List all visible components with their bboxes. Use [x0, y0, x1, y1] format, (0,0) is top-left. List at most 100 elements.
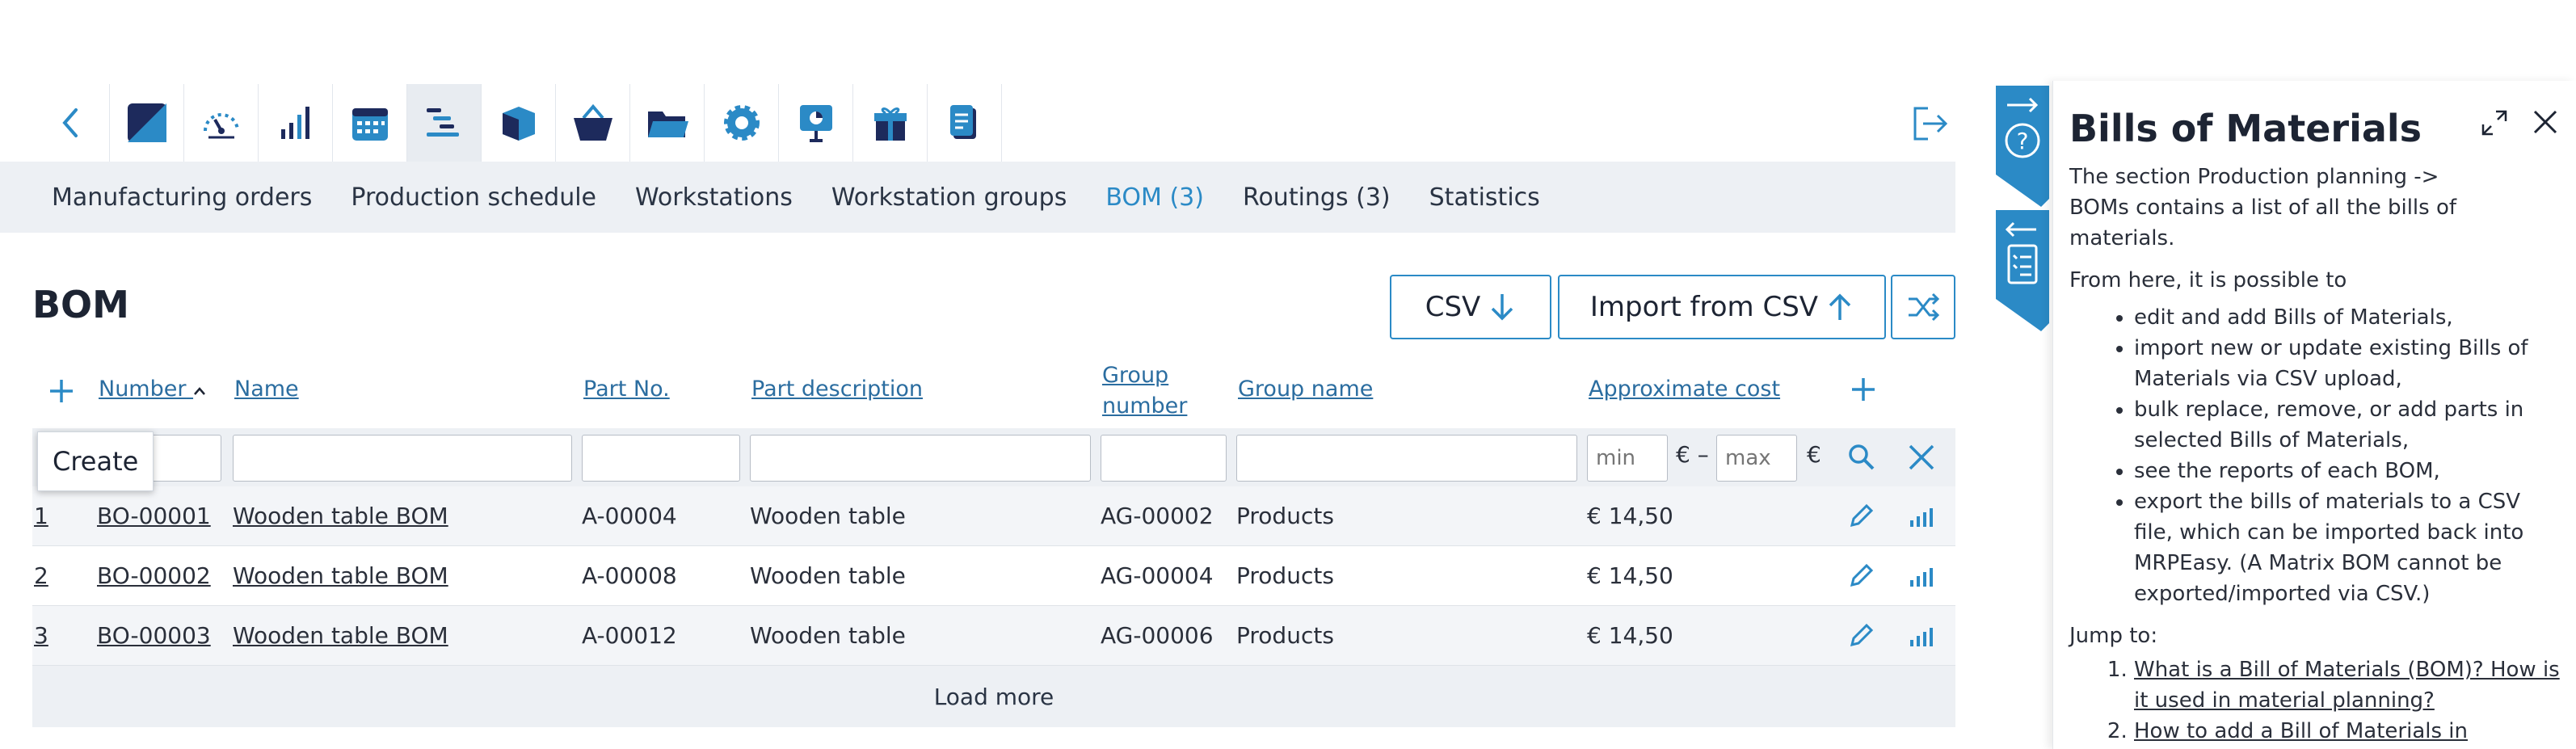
help-jump-to: Jump to:	[2069, 624, 2158, 648]
sales-button[interactable]	[556, 84, 630, 162]
clear-filters-icon[interactable]	[1905, 441, 1938, 473]
help-side-tabs: ?	[1996, 86, 2049, 335]
cost-cell: € 14,50	[1587, 503, 1673, 529]
help-link-how-to-add-bom[interactable]: How to add a Bill of Materials in MRPEas…	[2134, 719, 2468, 749]
bom-name-link[interactable]: Wooden table BOM	[233, 622, 448, 649]
settings-gear-icon	[723, 105, 760, 141]
tab-workstation-groups[interactable]: Workstation groups	[831, 183, 1067, 212]
column-group-name-header[interactable]: Group name	[1238, 377, 1373, 402]
row-index-link[interactable]: 1	[34, 503, 48, 529]
dashboard-logo-icon	[127, 103, 166, 142]
edit-pencil-icon[interactable]	[1847, 501, 1876, 530]
tab-statistics[interactable]: Statistics	[1429, 183, 1540, 212]
add-row-icon[interactable]	[47, 377, 76, 406]
part-description-cell: Wooden table	[750, 622, 906, 649]
group-number-cell: AG-00002	[1101, 503, 1214, 529]
documents-button[interactable]	[928, 84, 1002, 162]
row-index-link[interactable]: 2	[34, 562, 48, 589]
column-approximate-cost-header[interactable]: Approximate cost	[1589, 377, 1780, 402]
dashboard-button[interactable]	[110, 84, 184, 162]
performance-button[interactable]	[184, 84, 259, 162]
help-intro: The section Production planning -> BOMs …	[2069, 162, 2560, 254]
help-bullet-list: edit and add Bills of Materials, import …	[2134, 302, 2560, 609]
document-icon	[949, 105, 976, 139]
calendar-button[interactable]	[333, 84, 407, 162]
settings-button[interactable]	[705, 84, 779, 162]
column-name-header[interactable]: Name	[234, 377, 299, 402]
row-index-link[interactable]: 3	[34, 622, 48, 649]
close-icon[interactable]	[2532, 108, 2559, 136]
column-group-number-header[interactable]: Group number	[1102, 360, 1187, 422]
filter-cost-min-input[interactable]	[1587, 435, 1668, 482]
load-more-button[interactable]: Load more	[32, 666, 1955, 727]
filter-group-name-input[interactable]	[1236, 435, 1577, 482]
help-link-what-is-bom[interactable]: What is a Bill of Materials (BOM)? How i…	[2134, 658, 2560, 713]
group-number-cell: AG-00006	[1101, 622, 1214, 649]
back-button[interactable]	[32, 84, 110, 162]
gauge-icon	[203, 113, 239, 139]
checklist-tab[interactable]	[1996, 210, 2049, 331]
help-question-tab[interactable]: ?	[1996, 86, 2049, 207]
report-bars-icon[interactable]	[1909, 564, 1934, 588]
list-item: import new or update existing Bills of M…	[2134, 333, 2560, 394]
report-bars-icon[interactable]	[1909, 504, 1934, 528]
column-part-description-header[interactable]: Part description	[751, 377, 923, 402]
bom-number-link[interactable]: BO-00003	[97, 622, 211, 649]
filter-group-number-input[interactable]	[1101, 435, 1227, 482]
edit-pencil-icon[interactable]	[1847, 561, 1876, 590]
gift-button[interactable]	[853, 84, 928, 162]
statistics-button[interactable]	[259, 84, 333, 162]
bom-name-link[interactable]: Wooden table BOM	[233, 562, 448, 589]
group-number-cell: AG-00004	[1101, 562, 1214, 589]
purchasing-button[interactable]	[630, 84, 705, 162]
list-item: see the reports of each BOM,	[2134, 456, 2560, 486]
stock-button[interactable]	[482, 84, 556, 162]
page-title: BOM	[32, 283, 129, 326]
filter-part-description-input[interactable]	[750, 435, 1091, 482]
search-icon[interactable]	[1846, 441, 1878, 473]
help-possible-text: From here, it is possible to	[2069, 268, 2347, 292]
part-no-cell: A-00008	[582, 562, 677, 589]
tab-bom[interactable]: BOM (3)	[1105, 183, 1204, 212]
tab-manufacturing-orders[interactable]: Manufacturing orders	[52, 183, 312, 212]
tab-routings[interactable]: Routings (3)	[1243, 183, 1391, 212]
tab-workstations[interactable]: Workstations	[635, 183, 793, 212]
group-name-cell: Products	[1236, 622, 1334, 649]
sort-ascending-icon	[194, 387, 206, 395]
bulk-replace-button[interactable]	[1891, 275, 1955, 339]
csv-label: CSV	[1425, 291, 1481, 323]
column-number-header[interactable]: Number	[99, 377, 206, 402]
back-icon	[61, 108, 78, 137]
cost-currency-label: €	[1807, 441, 1821, 468]
help-link-list: What is a Bill of Materials (BOM)? How i…	[2134, 654, 2560, 749]
filter-part-no-input[interactable]	[582, 435, 740, 482]
filter-name-input[interactable]	[233, 435, 572, 482]
filter-cost-max-input[interactable]	[1716, 435, 1797, 482]
bom-number-link[interactable]: BO-00002	[97, 562, 211, 589]
logout-icon[interactable]	[1910, 103, 1951, 144]
presentation-button[interactable]	[779, 84, 853, 162]
add-column-icon[interactable]	[1849, 375, 1878, 404]
column-number-label: Number	[99, 377, 187, 402]
column-part-no-header[interactable]: Part No.	[583, 377, 670, 402]
arrow-down-icon	[1492, 294, 1513, 321]
import-csv-label: Import from CSV	[1589, 291, 1819, 323]
list-item: edit and add Bills of Materials,	[2134, 302, 2560, 333]
tab-production-schedule[interactable]: Production schedule	[351, 183, 596, 212]
bom-name-link[interactable]: Wooden table BOM	[233, 503, 448, 529]
report-bars-icon[interactable]	[1909, 624, 1934, 648]
cost-cell: € 14,50	[1587, 622, 1673, 649]
presentation-icon	[799, 105, 832, 142]
production-planning-button[interactable]	[407, 84, 482, 162]
folder-icon	[647, 112, 688, 137]
expand-icon[interactable]	[2480, 108, 2509, 137]
csv-export-button[interactable]: CSV	[1390, 275, 1551, 339]
section-tabs: Manufacturing orders Production schedule…	[0, 162, 1955, 233]
arrow-up-icon	[1829, 293, 1851, 320]
part-description-cell: Wooden table	[750, 503, 906, 529]
svg-text:?: ?	[2017, 128, 2029, 154]
bom-number-link[interactable]: BO-00001	[97, 503, 211, 529]
create-tooltip: Create	[37, 431, 154, 491]
import-csv-button[interactable]: Import from CSV	[1558, 275, 1886, 339]
edit-pencil-icon[interactable]	[1847, 621, 1876, 650]
